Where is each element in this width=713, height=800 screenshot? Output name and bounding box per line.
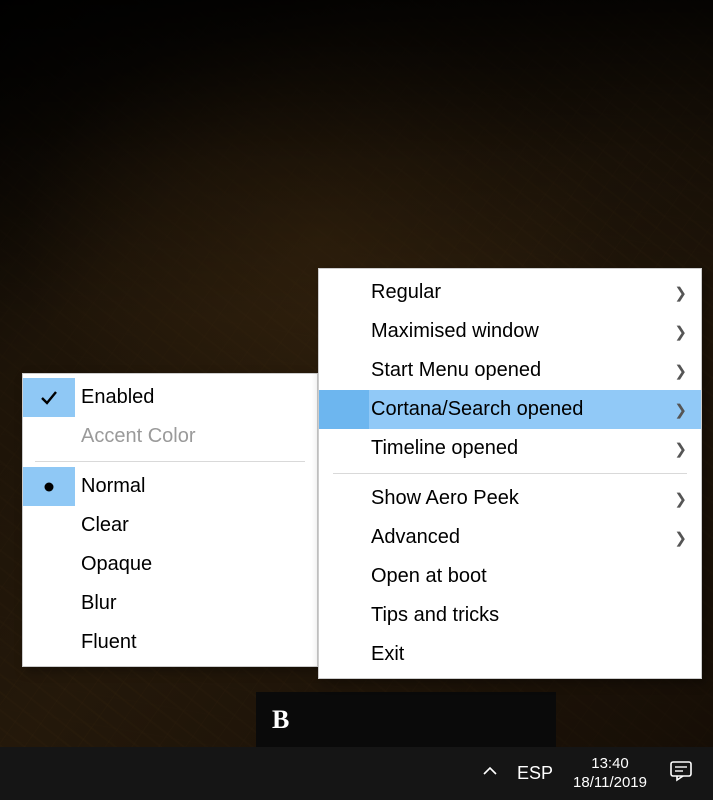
menu-item-show-aero-peek[interactable]: Show Aero Peek ❯ bbox=[319, 479, 701, 518]
menu-item-open-at-boot[interactable]: Open at boot bbox=[319, 557, 701, 596]
menu-label: Advanced bbox=[369, 526, 667, 549]
menu-label: Open at boot bbox=[369, 565, 687, 588]
menu-item-cortana-search-opened[interactable]: Cortana/Search opened ❯ bbox=[319, 390, 701, 429]
menu-gutter bbox=[319, 635, 369, 674]
menu-label: Normal bbox=[75, 475, 303, 498]
language-label: ESP bbox=[517, 763, 553, 784]
language-indicator[interactable]: ESP bbox=[507, 747, 563, 800]
submenu-item-opaque[interactable]: Opaque bbox=[23, 545, 317, 584]
menu-gutter bbox=[23, 378, 75, 417]
submenu-arrow-icon: ❯ bbox=[667, 284, 687, 302]
menu-label: Fluent bbox=[75, 631, 303, 654]
menu-item-timeline-opened[interactable]: Timeline opened ❯ bbox=[319, 429, 701, 468]
submenu-arrow-icon: ❯ bbox=[667, 401, 687, 419]
menu-label: Accent Color bbox=[75, 425, 303, 448]
menu-gutter bbox=[319, 479, 369, 518]
menu-label: Opaque bbox=[75, 553, 303, 576]
notification-icon bbox=[669, 760, 693, 787]
menu-gutter bbox=[319, 557, 369, 596]
submenu-item-clear[interactable]: Clear bbox=[23, 506, 317, 545]
menu-item-exit[interactable]: Exit bbox=[319, 635, 701, 674]
menu-gutter bbox=[23, 623, 75, 662]
radio-icon bbox=[43, 481, 55, 493]
clock-time: 13:40 bbox=[573, 755, 647, 774]
taskbar: ESP 13:40 18/11/2019 bbox=[0, 747, 713, 800]
menu-label: Maximised window bbox=[369, 320, 667, 343]
submenu-item-accent-color: Accent Color bbox=[23, 417, 317, 456]
chevron-up-icon bbox=[482, 763, 498, 784]
menu-gutter bbox=[23, 584, 75, 623]
menu-label: Clear bbox=[75, 514, 303, 537]
menu-gutter bbox=[319, 312, 369, 351]
menu-separator bbox=[35, 461, 305, 462]
app-logo: B bbox=[272, 705, 289, 735]
menu-item-maximised-window[interactable]: Maximised window ❯ bbox=[319, 312, 701, 351]
menu-label: Exit bbox=[369, 643, 687, 666]
background-app-panel: B bbox=[256, 692, 556, 747]
menu-item-start-menu-opened[interactable]: Start Menu opened ❯ bbox=[319, 351, 701, 390]
menu-label: Timeline opened bbox=[369, 437, 667, 460]
menu-gutter bbox=[23, 467, 75, 506]
submenu-item-blur[interactable]: Blur bbox=[23, 584, 317, 623]
menu-gutter bbox=[23, 506, 75, 545]
menu-item-regular[interactable]: Regular ❯ bbox=[319, 273, 701, 312]
menu-gutter bbox=[319, 273, 369, 312]
menu-gutter bbox=[319, 518, 369, 557]
submenu-arrow-icon: ❯ bbox=[667, 490, 687, 508]
clock-date: 18/11/2019 bbox=[573, 774, 647, 793]
tray-overflow-button[interactable] bbox=[473, 747, 507, 800]
submenu-item-normal[interactable]: Normal bbox=[23, 467, 317, 506]
menu-gutter bbox=[319, 596, 369, 635]
submenu-arrow-icon: ❯ bbox=[667, 323, 687, 341]
action-center-button[interactable] bbox=[657, 747, 705, 800]
menu-gutter bbox=[23, 545, 75, 584]
submenu-arrow-icon: ❯ bbox=[667, 529, 687, 547]
menu-gutter bbox=[23, 417, 75, 456]
menu-label: Regular bbox=[369, 281, 667, 304]
menu-label: Blur bbox=[75, 592, 303, 615]
menu-gutter bbox=[319, 429, 369, 468]
menu-label: Tips and tricks bbox=[369, 604, 687, 627]
menu-label: Cortana/Search opened bbox=[369, 398, 667, 421]
menu-label: Enabled bbox=[75, 386, 303, 409]
context-menu-main: Regular ❯ Maximised window ❯ Start Menu … bbox=[318, 268, 702, 679]
menu-item-tips-and-tricks[interactable]: Tips and tricks bbox=[319, 596, 701, 635]
taskbar-clock[interactable]: 13:40 18/11/2019 bbox=[563, 747, 657, 800]
submenu-arrow-icon: ❯ bbox=[667, 440, 687, 458]
menu-separator bbox=[333, 473, 687, 474]
submenu-item-fluent[interactable]: Fluent bbox=[23, 623, 317, 662]
context-menu-submenu: Enabled Accent Color Normal Clear Opaque… bbox=[22, 373, 318, 667]
menu-gutter bbox=[319, 390, 369, 429]
menu-label: Show Aero Peek bbox=[369, 487, 667, 510]
submenu-item-enabled[interactable]: Enabled bbox=[23, 378, 317, 417]
menu-label: Start Menu opened bbox=[369, 359, 667, 382]
menu-item-advanced[interactable]: Advanced ❯ bbox=[319, 518, 701, 557]
submenu-arrow-icon: ❯ bbox=[667, 362, 687, 380]
menu-gutter bbox=[319, 351, 369, 390]
check-icon bbox=[39, 388, 59, 408]
